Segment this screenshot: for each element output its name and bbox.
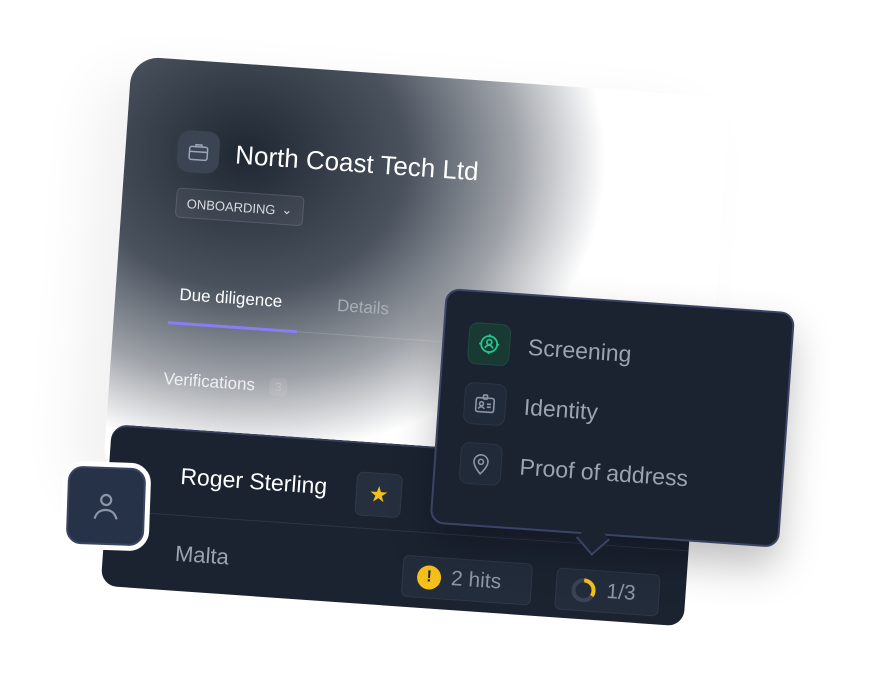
menu-item-proof-of-address[interactable]: Proof of address <box>458 441 689 499</box>
person-name: Roger Sterling <box>179 462 329 500</box>
menu-item-screening[interactable]: Screening <box>466 321 633 375</box>
briefcase-icon <box>176 129 221 175</box>
menu-item-identity[interactable]: Identity <box>462 381 600 433</box>
person-country: Malta <box>174 540 230 570</box>
active-tab-indicator <box>167 321 298 334</box>
menu-item-label: Screening <box>527 333 633 367</box>
menu-item-label: Identity <box>523 393 599 425</box>
verifications-label: Verifications <box>162 369 256 395</box>
verifications-count: 3 <box>268 377 289 397</box>
chevron-down-icon: ⌄ <box>280 201 293 218</box>
progress-badge[interactable]: 1/3 <box>554 567 661 617</box>
star-icon: ★ <box>368 481 390 508</box>
status-dropdown[interactable]: ONBOARDING ⌄ <box>174 187 305 227</box>
user-icon <box>93 493 118 520</box>
location-pin-icon <box>458 441 504 487</box>
tab-details[interactable]: Details <box>336 296 389 320</box>
verifications-heading: Verifications 3 <box>162 369 289 398</box>
status-label: ONBOARDING <box>186 195 277 217</box>
id-card-icon <box>462 381 508 427</box>
hits-badge[interactable]: ! 2 hits <box>400 554 534 606</box>
star-button[interactable]: ★ <box>354 471 404 519</box>
menu-item-label: Proof of address <box>518 453 690 491</box>
avatar <box>60 460 152 552</box>
company-name: North Coast Tech Ltd <box>234 139 480 187</box>
progress-label: 1/3 <box>605 579 637 605</box>
tab-due-diligence[interactable]: Due diligence <box>179 285 283 312</box>
screening-target-icon <box>466 321 512 367</box>
verification-menu: Screening Identity Proof of address <box>429 288 796 556</box>
progress-ring-icon <box>571 578 596 603</box>
hits-label: 2 hits <box>450 567 502 594</box>
warning-icon: ! <box>416 564 442 591</box>
